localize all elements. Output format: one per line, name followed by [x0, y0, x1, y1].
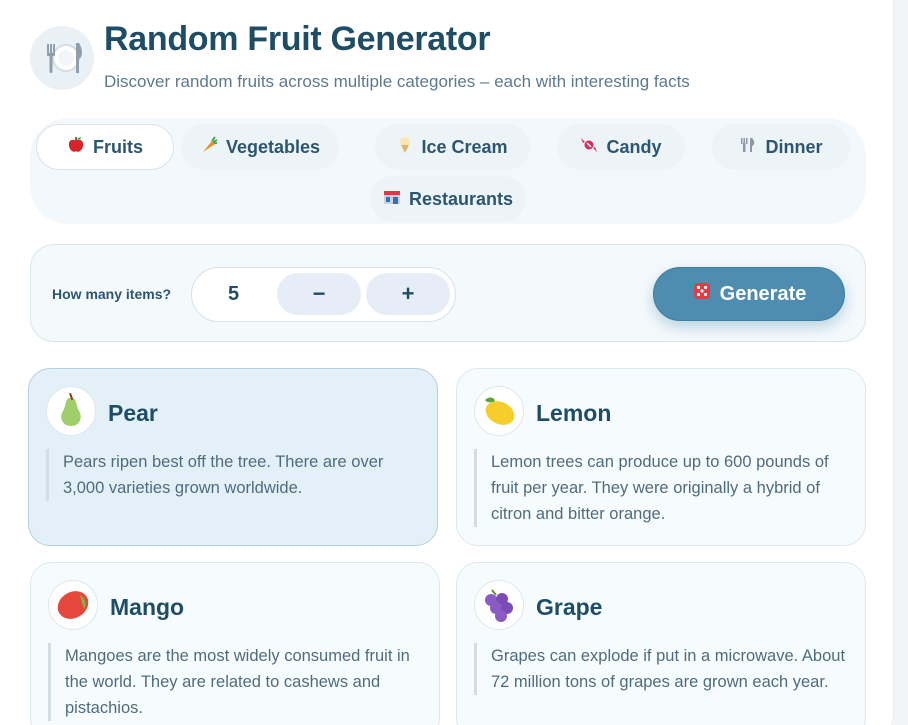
pear-icon	[46, 386, 96, 436]
card-fact: Pears ripen best off the tree. There are…	[46, 449, 424, 501]
increment-button[interactable]: +	[366, 273, 450, 315]
quantity-stepper: 5 − +	[191, 267, 456, 322]
tab-label: Dinner	[765, 136, 823, 157]
card-title: Mango	[110, 594, 185, 620]
result-card-lemon[interactable]: Lemon Lemon trees can produce up to 600 …	[456, 368, 866, 546]
tab-fruits[interactable]: Fruits	[36, 124, 174, 170]
tab-dinner[interactable]: Dinner	[712, 124, 850, 170]
decrement-button[interactable]: −	[277, 273, 361, 315]
tab-vegetables[interactable]: Vegetables	[181, 124, 339, 170]
fork-knife-icon	[739, 136, 757, 159]
tab-restaurants[interactable]: Restaurants	[370, 176, 526, 222]
lemon-icon	[474, 386, 524, 436]
card-title: Pear	[108, 400, 158, 426]
apple-icon	[67, 136, 85, 159]
result-card-pear[interactable]: Pear Pears ripen best off the tree. Ther…	[28, 368, 438, 546]
carrot-icon	[200, 135, 218, 159]
tab-label: Vegetables	[225, 136, 321, 157]
grape-icon	[474, 580, 524, 630]
tab-label: Ice Cream	[421, 136, 508, 157]
card-fact: Grapes can explode if put in a microwave…	[474, 643, 852, 695]
tab-candy[interactable]: Candy	[557, 124, 685, 170]
generator-controls: How many items? 5 − + Generate	[30, 244, 866, 342]
dice-icon	[692, 281, 712, 307]
mango-icon	[48, 580, 98, 630]
ice-cream-icon	[397, 136, 413, 159]
page-title: Random Fruit Generator	[104, 20, 491, 58]
page-subtitle: Discover random fruits across multiple c…	[104, 72, 690, 91]
item-count-label: How many items?	[52, 286, 172, 302]
generate-label: Generate	[719, 282, 807, 305]
tab-label: Restaurants	[408, 188, 514, 209]
card-fact: Mangoes are the most widely consumed fru…	[48, 643, 426, 721]
tab-label: Candy	[606, 136, 662, 157]
candy-icon	[580, 136, 598, 159]
tab-ice-cream[interactable]: Ice Cream	[375, 124, 530, 170]
category-tabs: Fruits Vegetables Ice Cream Candy Dinner…	[30, 118, 866, 224]
result-card-mango[interactable]: Mango Mangoes are the most widely consum…	[30, 562, 440, 725]
card-title: Grape	[536, 594, 603, 620]
card-title: Lemon	[536, 400, 612, 426]
card-fact: Lemon trees can produce up to 600 pounds…	[474, 449, 852, 527]
fork-knife-plate-icon	[30, 26, 94, 90]
restaurant-icon	[383, 188, 401, 211]
tab-label: Fruits	[92, 136, 143, 157]
generate-button[interactable]: Generate	[653, 267, 845, 321]
quantity-input[interactable]: 5	[228, 283, 239, 306]
result-card-grape[interactable]: Grape Grapes can explode if put in a mic…	[456, 562, 866, 725]
